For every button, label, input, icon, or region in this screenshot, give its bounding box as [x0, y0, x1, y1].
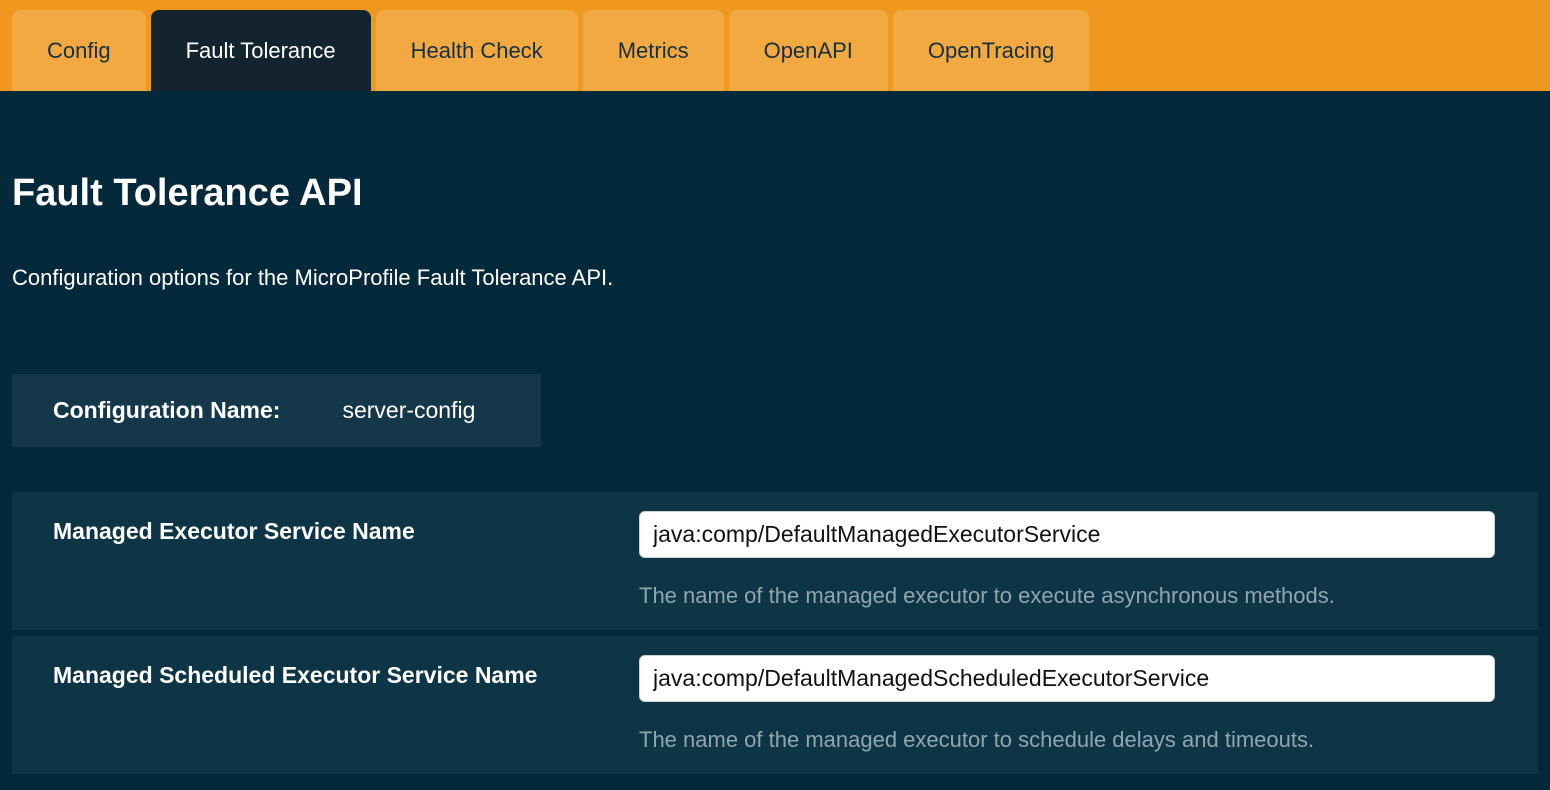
managed-executor-label: Managed Executor Service Name	[53, 511, 639, 630]
managed-scheduled-executor-label: Managed Scheduled Executor Service Name	[53, 655, 639, 774]
configuration-name-panel: Configuration Name: server-config	[12, 374, 541, 447]
managed-scheduled-executor-input[interactable]	[639, 655, 1495, 702]
managed-scheduled-executor-field: The name of the managed executor to sche…	[639, 655, 1495, 774]
managed-executor-input[interactable]	[639, 511, 1495, 558]
managed-executor-field: The name of the managed executor to exec…	[639, 511, 1495, 630]
tab-health-check[interactable]: Health Check	[376, 10, 578, 91]
main-content: Fault Tolerance API Configuration option…	[0, 91, 1550, 774]
configuration-name-value: server-config	[342, 397, 475, 424]
page-subtitle: Configuration options for the MicroProfi…	[12, 265, 1538, 291]
managed-executor-help: The name of the managed executor to exec…	[639, 583, 1495, 609]
tab-fault-tolerance[interactable]: Fault Tolerance	[151, 10, 371, 91]
page-title: Fault Tolerance API	[12, 171, 1538, 217]
configuration-name-label: Configuration Name:	[53, 397, 280, 424]
managed-scheduled-executor-row: Managed Scheduled Executor Service Name …	[12, 636, 1538, 774]
tab-bar: Config Fault Tolerance Health Check Metr…	[0, 0, 1550, 91]
fault-tolerance-form: Managed Executor Service Name The name o…	[12, 492, 1538, 774]
managed-scheduled-executor-help: The name of the managed executor to sche…	[639, 727, 1495, 753]
tab-opentracing[interactable]: OpenTracing	[893, 10, 1089, 91]
tab-openapi[interactable]: OpenAPI	[729, 10, 888, 91]
tab-metrics[interactable]: Metrics	[583, 10, 724, 91]
managed-executor-row: Managed Executor Service Name The name o…	[12, 492, 1538, 630]
tab-config[interactable]: Config	[12, 10, 146, 91]
